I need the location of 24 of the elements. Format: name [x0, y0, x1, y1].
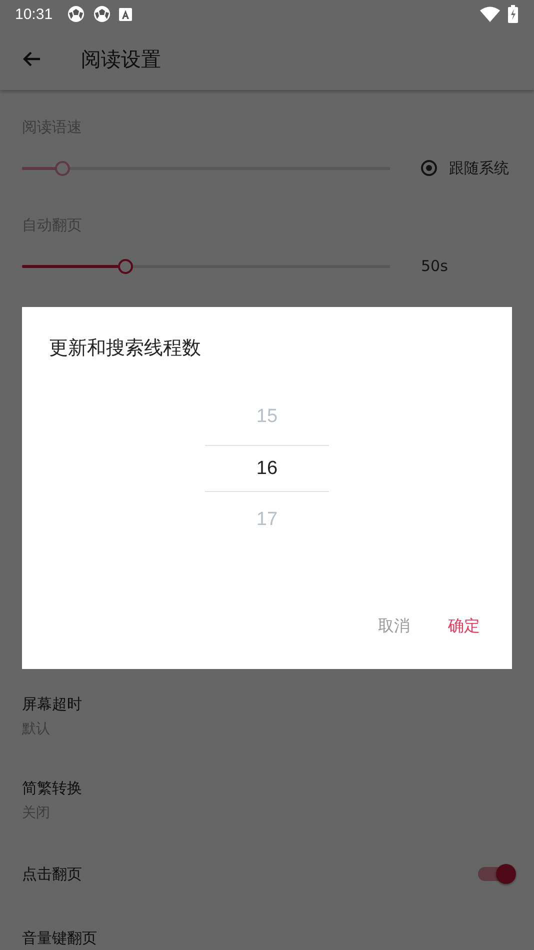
settings-item[interactable]: 点击翻页: [0, 842, 534, 906]
picker-value[interactable]: 17: [205, 498, 329, 542]
item-title: 屏幕超时: [22, 694, 82, 714]
settings-item[interactable]: 音量键翻页: [0, 906, 534, 950]
wifi-icon: [480, 6, 500, 22]
cancel-button[interactable]: 取消: [362, 608, 426, 645]
picker-value[interactable]: 16: [205, 445, 329, 492]
screen-title: 阅读设置: [81, 46, 161, 72]
text-a-icon: [118, 8, 132, 20]
ball-icon: [92, 5, 111, 23]
ball-icon: [66, 5, 85, 23]
confirm-button[interactable]: 确定: [432, 608, 496, 645]
slider-thumb[interactable]: [118, 258, 134, 274]
status-time: 10:31: [15, 6, 53, 22]
picker-value[interactable]: 15: [205, 395, 329, 439]
item-title: 简繁转换: [22, 778, 82, 798]
dialog-title: 更新和搜索线程数: [48, 336, 202, 361]
item-title: 音量键翻页: [22, 928, 97, 948]
radio-label: 跟随系统: [449, 158, 509, 178]
item-title: 点击翻页: [22, 864, 82, 884]
battery-icon: [508, 5, 518, 23]
radio-button[interactable]: [421, 160, 437, 176]
slider-value: 50s: [421, 257, 448, 275]
back-arrow-icon: [23, 51, 41, 67]
